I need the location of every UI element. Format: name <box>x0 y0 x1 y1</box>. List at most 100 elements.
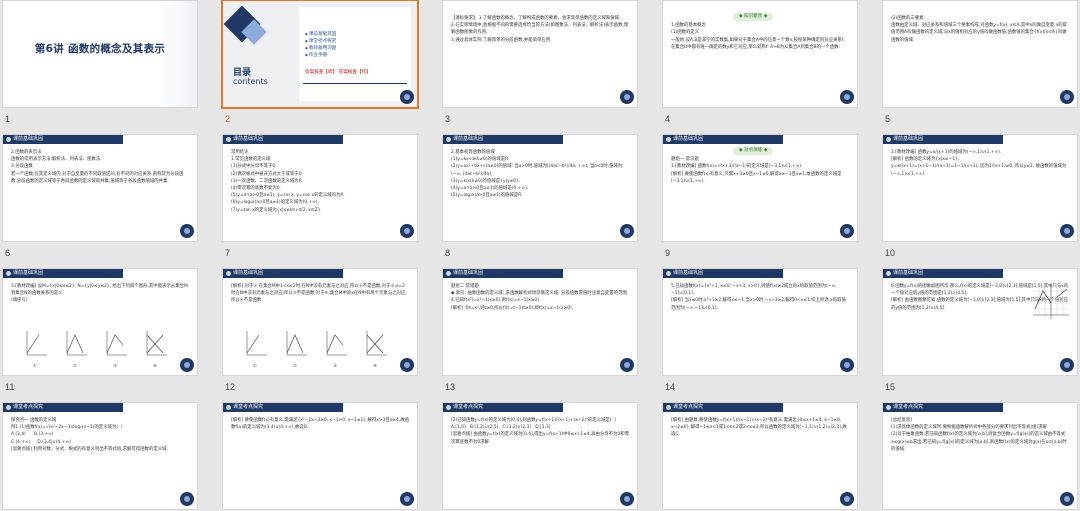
logo-icon <box>180 492 194 506</box>
dot-icon <box>886 405 891 410</box>
slide-thumbnail-8[interactable]: 课前基础巩固 2.基本初等函数的值域 (1)y=kx+b(k≠0)的值域是R. (… <box>442 134 638 242</box>
logo-icon <box>840 492 854 506</box>
dot-icon <box>226 405 231 410</box>
slide-body-text: 5.已知函数f(x)={x²+1, x≤0; −x+3, x>0},则使f(x)… <box>671 284 846 311</box>
answer-links[interactable]: 答案核查【听】 答案核查【作】 <box>305 69 371 75</box>
slide-thumbnail-18[interactable]: 课堂考点探究 (2)已知函数y=f(x)的定义域为[0,4],则函数y=f(x+1… <box>442 402 638 510</box>
slide-cell-6: 课前基础巩固 2.函数的表示法 函数的常用表示方法:解析法、列表法、图象法. 3.… <box>2 134 198 258</box>
logo-icon <box>620 90 634 104</box>
section-header-bar: 课堂考点探究 <box>663 403 783 412</box>
logo-icon <box>400 358 414 372</box>
slide-thumbnail-1[interactable]: 第6讲 函数的概念及其表示 <box>2 0 198 108</box>
toc-subheading: contents <box>233 77 268 86</box>
section-header-label: 课前基础巩固 <box>233 136 264 142</box>
slide-thumbnail-5[interactable]: (2)函数的三要素 函数由定义域、对应关系和值域三个要素构成,对函数y=f(x)… <box>882 0 1078 108</box>
graph-label: ③ <box>333 364 337 369</box>
section-header-bar: 课堂考点探究 <box>883 403 1003 412</box>
slide-thumbnail-7[interactable]: 课前基础巩固 常用结论 1.常见函数的定义域 (1)分式中分母不等于0. (2)偶… <box>222 134 418 242</box>
slide-body-text: [总结反思] (1)求具体函数的定义域时,要根据函数解析式中各部分的要求列出不等… <box>891 418 1067 452</box>
section-header-bar: 课前基础巩固 <box>443 135 563 144</box>
slide-number: 14 <box>665 382 676 392</box>
toc-item[interactable]: 作业手册 <box>305 52 336 59</box>
graph-label: ① <box>253 364 257 369</box>
slide-thumbnail-20[interactable]: 课堂考点探究 [总结反思] (1)求具体函数的定义域时,要根据函数解析式中各部分的… <box>882 402 1078 510</box>
slide-number: 15 <box>885 382 896 392</box>
slide-thumbnail-19[interactable]: 课堂考点探究 [解析] 由题意,要使函数y=f(x+1)/(x−1)+(x−2)⁰… <box>662 402 858 510</box>
graph-label: ② <box>73 364 77 369</box>
slide-number: 4 <box>665 114 671 124</box>
graph-label: ① <box>33 364 37 369</box>
slide-thumbnail-6[interactable]: 课前基础巩固 2.函数的表示法 函数的常用表示方法:解析法、列表法、图象法. 3.… <box>2 134 198 242</box>
slide-thumbnail-13[interactable]: 课前基础巩固题组二 常错题 ◆ 索引: 抽象函数的定义域; 求函数解析式时忽略定… <box>442 268 638 376</box>
section-header-bar: 课前基础巩固 <box>223 269 343 278</box>
graph-option-2 <box>66 331 87 356</box>
slide-body-text: 探究点一 函数的定义域 例1 (1)函数f(x)=√(x²−2x−3)/log₂… <box>11 418 168 452</box>
section-header-label: 课堂考点探究 <box>453 404 484 410</box>
slide-cell-15: 课前基础巩固 6.函数y=f(x)的图象如图所示,那么,f(x)的定义域是[−3,… <box>882 268 1078 392</box>
slide-body-text: 【课标要求】 1.了解函数的概念、了解构成函数的要素、会求简单函数的定义域和值域… <box>451 16 629 43</box>
slide-body-text: 2.函数的表示法 函数的常用表示方法:解析法、列表法、图象法. 3.分段函数 若… <box>11 150 184 184</box>
slide-thumbnail-9[interactable]: 课前基础巩固 ◆ 对点演练 ◆ 题组一 常识题 1.[教材改编] 函数f(x)=√… <box>662 134 858 242</box>
section-header-label: 课前基础巩固 <box>673 270 704 276</box>
slide-thumbnail-10[interactable]: 课前基础巩固 2.[教材改编] 函数y=x/(x+1)的值域为(−∞,1)∪(1,… <box>882 134 1078 242</box>
slide-thumbnail-15[interactable]: 课前基础巩固 6.函数y=f(x)的图象如图所示,那么,f(x)的定义域是[−3,… <box>882 268 1078 376</box>
divider <box>303 83 407 84</box>
section-header-bar: 课堂考点探究 <box>3 403 123 412</box>
dot-icon <box>446 271 451 276</box>
slide-thumbnail-16[interactable]: 课堂考点探究探究点一 函数的定义域 例1 (1)函数f(x)=√(x²−2x−3… <box>2 402 198 510</box>
slide-number: 5 <box>885 114 891 124</box>
dot-icon <box>666 405 671 410</box>
slide-cell-12: 课前基础巩固 [解析] 对于①,在集合M中1<x≤2时,在N中没有元素与之对应,所… <box>222 268 418 392</box>
slide-cell-20: 课堂考点探究 [总结反思] (1)求具体函数的定义域时,要根据函数解析式中各部分的… <box>882 402 1078 511</box>
graph-label: ② <box>293 364 297 369</box>
slide-cell-18: 课堂考点探究 (2)已知函数y=f(x)的定义域为[0,4],则函数y=f(x+1… <box>442 402 638 511</box>
slide-cell-8: 课前基础巩固 2.基本初等函数的值域 (1)y=kx+b(k≠0)的值域是R. (… <box>442 134 638 258</box>
slide-thumbnail-2[interactable]: 目录contents课前基础巩固课堂考点探究教师备用习题作业手册答案核查【听】 … <box>221 0 419 109</box>
slide-body-text: [解析] 要使函数f(x)有意义,需满足{x²−2x−3≥0, x−1>0, x… <box>231 418 409 431</box>
slide-body-text: 题组二 常错题 ◆ 索引: 抽象函数的定义域; 求函数解析式时忽略定义域; 分段… <box>451 284 629 311</box>
graph-label: ④ <box>373 364 377 369</box>
section-header-label: 课堂考点探究 <box>673 404 704 410</box>
slide-number: 3 <box>445 114 451 124</box>
graph-option-4 <box>366 331 387 356</box>
slide-sorter-grid: 第6讲 函数的概念及其表示1目录contents课前基础巩固课堂考点探究教师备用… <box>0 0 1080 511</box>
logo-icon <box>1060 358 1074 372</box>
dot-icon <box>886 271 891 276</box>
slide-body-text: 题组一 常识题 1.[教材改编] 函数f(x)=√(x+3)/(x−1)的定义域… <box>671 157 842 184</box>
slide-number: 8 <box>445 248 451 258</box>
logo-icon <box>400 90 414 104</box>
graph-option-3 <box>326 331 347 356</box>
logo-icon <box>620 492 634 506</box>
section-header-label: 课前基础巩固 <box>893 270 924 276</box>
logo-icon <box>840 358 854 372</box>
slide-thumbnail-17[interactable]: 课堂考点探究 [解析] 要使函数f(x)有意义,需满足{x²−2x−3≥0, x−… <box>222 402 418 510</box>
section-header-bar: 课堂考点探究 <box>223 403 343 412</box>
graph-label: ③ <box>113 364 117 369</box>
slide-thumbnail-4[interactable]: ◆ 知识聚焦 ◆ 1.函数的基本概念 (1)函数的定义 一般地,设A,B是非空的… <box>662 0 858 108</box>
slide-body-text: [解析] 由题意,要使函数y=f(x+1)/(x−1)+(x−2)⁰有意义,需满… <box>671 418 847 438</box>
logo-icon <box>400 224 414 238</box>
section-header-label: 课前基础巩固 <box>13 270 44 276</box>
section-header-label: 课前基础巩固 <box>453 270 484 276</box>
toc-item[interactable]: 课前基础巩固 <box>305 31 337 38</box>
slide-cell-4: ◆ 知识聚焦 ◆ 1.函数的基本概念 (1)函数的定义 一般地,设A,B是非空的… <box>662 0 858 124</box>
section-header-bar: 课前基础巩固 <box>3 135 123 144</box>
slide-number: 1 <box>5 114 11 124</box>
slide-thumbnail-11[interactable]: 课前基础巩固 3.[教材改编] 设M={x|0≤x≤2}, N={y|0≤y≤2}… <box>2 268 198 376</box>
slide-thumbnail-14[interactable]: 课前基础巩固 5.已知函数f(x)={x²+1, x≤0; −x+3, x>0},… <box>662 268 858 376</box>
slide-cell-19: 课堂考点探究 [解析] 由题意,要使函数y=f(x+1)/(x−1)+(x−2)⁰… <box>662 402 858 511</box>
toc-item[interactable]: 教师备用习题 <box>305 45 337 52</box>
slide-cell-10: 课前基础巩固 2.[教材改编] 函数y=x/(x+1)的值域为(−∞,1)∪(1,… <box>882 134 1078 258</box>
slide-body-text: (2)函数的三要素 函数由定义域、对应关系和值域三个要素构成,对函数y=f(x)… <box>891 16 1067 43</box>
slide-thumbnail-3[interactable]: 【课标要求】 1.了解函数的概念、了解构成函数的要素、会求简单函数的定义域和值域… <box>442 0 638 108</box>
dot-icon <box>446 137 451 142</box>
toc-item[interactable]: 课堂考点探究 <box>305 38 337 45</box>
dot-icon <box>226 137 231 142</box>
logo-icon <box>1060 492 1074 506</box>
slide-thumbnail-12[interactable]: 课前基础巩固 [解析] 对于①,在集合M中1<x≤2时,在N中没有元素与之对应,所… <box>222 268 418 376</box>
slide-body-text: 2.基本初等函数的值域 (1)y=kx+b(k≠0)的值域是R. (2)y=ax… <box>451 150 623 199</box>
logo-icon <box>180 224 194 238</box>
section-header-bar: 课前基础巩固 <box>223 135 343 144</box>
slide-number: 2 <box>225 114 231 124</box>
dot-icon <box>6 271 11 276</box>
